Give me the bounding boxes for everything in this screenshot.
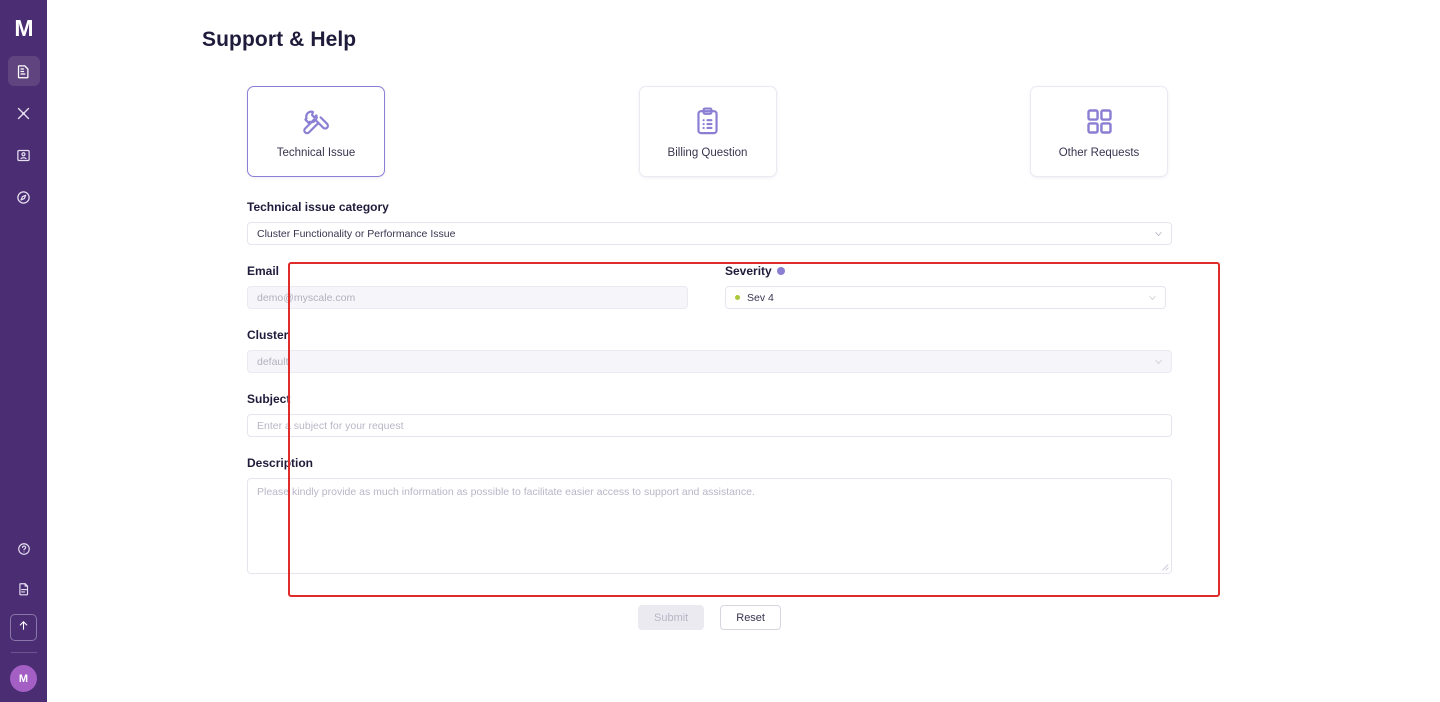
tools-icon bbox=[301, 104, 332, 138]
card-label: Billing Question bbox=[667, 147, 748, 159]
field-description: Description Please kindly provide as muc… bbox=[247, 456, 1172, 574]
subject-input[interactable]: Enter a subject for your request bbox=[247, 414, 1172, 437]
field-cluster: Cluster default bbox=[247, 328, 1172, 373]
sidebar-item-clusters[interactable] bbox=[7, 56, 40, 86]
info-icon[interactable] bbox=[776, 267, 785, 275]
field-label: Subject bbox=[247, 392, 291, 406]
card-technical-issue[interactable]: Technical Issue bbox=[247, 86, 385, 177]
sidebar-item-docs[interactable] bbox=[8, 574, 40, 604]
grid-icon bbox=[1084, 104, 1115, 138]
main-content: Support & Help Technical Issue Billing Q… bbox=[47, 0, 1440, 702]
field-category: Technical issue category Cluster Functio… bbox=[247, 200, 1172, 245]
submit-button[interactable]: Submit bbox=[638, 605, 705, 630]
field-email: Email demo@myscale.com bbox=[247, 264, 688, 309]
help-circle-icon bbox=[17, 542, 31, 556]
field-label: Technical issue category bbox=[247, 200, 389, 214]
email-value: demo@myscale.com bbox=[257, 291, 356, 304]
category-value: Cluster Functionality or Performance Iss… bbox=[257, 227, 456, 240]
sidebar-divider bbox=[10, 652, 37, 653]
support-form: Technical issue category Cluster Functio… bbox=[247, 200, 1172, 574]
resize-handle-icon[interactable] bbox=[1160, 562, 1169, 571]
category-select[interactable]: Cluster Functionality or Performance Iss… bbox=[247, 222, 1172, 245]
upgrade-button[interactable] bbox=[10, 614, 37, 641]
subject-placeholder: Enter a subject for your request bbox=[257, 419, 404, 432]
severity-select[interactable]: Sev 4 bbox=[725, 286, 1166, 309]
field-severity: Severity Sev 4 bbox=[725, 264, 1166, 309]
card-label: Other Requests bbox=[1058, 147, 1140, 159]
description-textarea[interactable]: Please kindly provide as much informatio… bbox=[247, 478, 1172, 574]
field-label: Severity bbox=[725, 264, 1166, 278]
clipboard-list-icon bbox=[692, 104, 723, 138]
page-title: Support & Help bbox=[202, 28, 357, 51]
field-label: Cluster bbox=[247, 328, 289, 342]
card-label: Technical Issue bbox=[276, 147, 356, 159]
wrench-icon bbox=[16, 106, 31, 121]
sidebar: M M bbox=[0, 0, 47, 702]
field-subject: Subject Enter a subject for your request bbox=[247, 392, 1172, 437]
sidebar-item-explore[interactable] bbox=[8, 182, 40, 212]
sidebar-item-account[interactable] bbox=[8, 140, 40, 170]
chevron-down-icon bbox=[1154, 357, 1163, 366]
severity-dot bbox=[735, 295, 740, 300]
app-root: M M Support & Help Technical Issue Billi… bbox=[0, 0, 1440, 702]
reset-button[interactable]: Reset bbox=[720, 605, 781, 630]
field-label: Description bbox=[247, 456, 314, 470]
cluster-select[interactable]: default bbox=[247, 350, 1172, 373]
row-email-severity: Email demo@myscale.com Severity Sev 4 bbox=[247, 264, 1172, 309]
database-icon bbox=[16, 64, 31, 79]
document-icon bbox=[17, 582, 31, 596]
sidebar-item-help[interactable] bbox=[8, 534, 40, 564]
brand-logo[interactable]: M bbox=[8, 14, 40, 42]
severity-value: Sev 4 bbox=[747, 291, 774, 304]
field-label: Email bbox=[247, 264, 280, 278]
card-other-requests[interactable]: Other Requests bbox=[1030, 86, 1168, 177]
email-input[interactable]: demo@myscale.com bbox=[247, 286, 688, 309]
compass-icon bbox=[16, 190, 31, 205]
chevron-down-icon bbox=[1154, 229, 1163, 238]
chevron-down-icon bbox=[1148, 293, 1157, 302]
severity-label-text: Severity bbox=[725, 264, 772, 278]
arrow-up-icon bbox=[17, 619, 30, 637]
cluster-value: default bbox=[257, 355, 289, 368]
form-actions: Submit Reset bbox=[247, 605, 1172, 630]
description-placeholder: Please kindly provide as much informatio… bbox=[257, 486, 755, 498]
card-billing-question[interactable]: Billing Question bbox=[638, 86, 777, 177]
sidebar-bottom-group: M bbox=[0, 534, 47, 702]
request-type-cards: Technical Issue Billing Question Other R… bbox=[247, 86, 1168, 177]
avatar[interactable]: M bbox=[10, 665, 37, 692]
sidebar-item-tools[interactable] bbox=[8, 98, 40, 128]
id-card-icon bbox=[16, 148, 31, 163]
